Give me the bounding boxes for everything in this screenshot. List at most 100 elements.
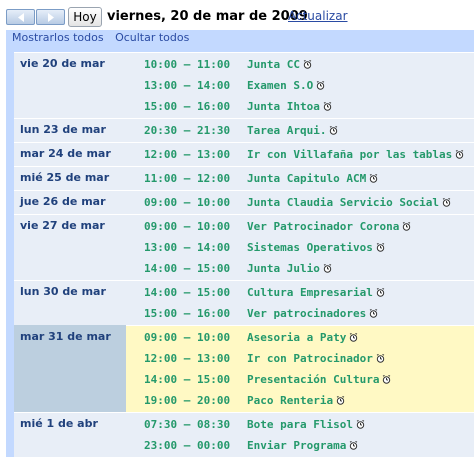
event-title-wrap[interactable]: Bote para Flisol <box>247 418 365 431</box>
event-time: 11:00 – 12:00 <box>144 172 231 185</box>
event-row[interactable]: 15:00 – 16:00 Ver patrocinadores <box>126 303 474 324</box>
event-title[interactable]: Examen S.O <box>247 79 313 92</box>
event-row[interactable]: 14:00 – 15:00 Junta Julio <box>126 258 474 279</box>
event-title-wrap[interactable]: Junta Julio <box>247 262 332 275</box>
day-label[interactable]: vie 20 de mar <box>20 57 105 70</box>
event-title[interactable]: Asesoria a Paty <box>247 331 346 344</box>
previous-button[interactable] <box>6 9 35 25</box>
day-label[interactable]: mié 1 de abr <box>20 417 98 430</box>
show-all-link[interactable]: Mostrarlos todos <box>12 31 104 44</box>
event-time: 19:00 – 20:00 <box>144 394 231 407</box>
event-title[interactable]: Enviar Programa <box>247 439 346 452</box>
event-title-wrap[interactable]: Junta Capitulo ACM <box>247 172 378 185</box>
day-label[interactable]: vie 27 de mar <box>20 219 105 232</box>
event-title-wrap[interactable]: Sistemas Operativos <box>247 241 385 254</box>
event-title[interactable]: Paco Renteria <box>247 394 333 407</box>
event-time: 09:00 – 10:00 <box>144 220 231 233</box>
current-date-title: viernes, 20 de mar de 2009 <box>107 9 308 24</box>
reminder-bell-icon <box>403 222 411 231</box>
day-label[interactable]: jue 26 de mar <box>20 195 106 208</box>
event-row[interactable]: 14:00 – 15:00 Cultura Empresarial <box>126 282 474 303</box>
agenda-list: vie 20 de mar 10:00 – 11:00 Junta CC 13:00 … <box>14 52 474 457</box>
event-title-wrap[interactable]: Enviar Programa <box>247 439 358 452</box>
event-title[interactable]: Ir con Patrocinador <box>247 352 373 365</box>
event-title[interactable]: Junta Julio <box>247 262 320 275</box>
event-title[interactable]: Junta Ihtoa <box>247 100 320 113</box>
event-time: 23:00 – 00:00 <box>144 439 231 452</box>
reminder-bell-icon <box>350 441 358 450</box>
event-title-wrap[interactable]: Ver Patrocinador Corona <box>247 220 411 233</box>
event-title[interactable]: Ver patrocinadores <box>247 307 366 320</box>
event-title[interactable]: Junta Capitulo ACM <box>247 172 366 185</box>
reminder-bell-icon <box>369 309 378 318</box>
day-group: lun 23 de mar 20:30 – 21:30 Tarea Arqui. <box>14 118 474 142</box>
event-time: 13:00 – 14:00 <box>144 79 231 92</box>
event-row[interactable]: 13:00 – 14:00 Examen S.O <box>126 75 474 96</box>
event-row[interactable]: 07:30 – 08:30 Bote para Flisol <box>126 414 474 435</box>
event-row[interactable]: 12:00 – 13:00 Ir con Villafaña por las ta… <box>126 144 474 165</box>
event-time: 15:00 – 16:00 <box>144 100 231 113</box>
event-title-wrap[interactable]: Ver patrocinadores <box>247 307 378 320</box>
day-label[interactable]: mar 31 de mar <box>20 330 111 343</box>
event-time: 09:00 – 10:00 <box>144 196 231 209</box>
event-row[interactable]: 14:00 – 15:00 Presentación Cultura <box>126 369 474 390</box>
day-cell: vie 20 de mar <box>14 52 126 118</box>
day-group: vie 27 de mar 09:00 – 10:00 Ver Patrocinad… <box>14 214 474 280</box>
agenda-actions: Mostrarlos todos Ocultar todos <box>12 31 197 44</box>
event-title[interactable]: Cultura Empresarial <box>247 286 373 299</box>
event-row[interactable]: 23:00 – 00:00 Enviar Programa <box>126 435 474 456</box>
day-label[interactable]: mié 25 de mar <box>20 171 109 184</box>
event-row[interactable]: 09:00 – 10:00 Asesoria a Paty <box>126 327 474 348</box>
event-time: 12:00 – 13:00 <box>144 352 231 365</box>
event-title-wrap[interactable]: Ir con Patrocinador <box>247 352 385 365</box>
event-title[interactable]: Ver Patrocinador Corona <box>247 220 399 233</box>
event-time: 14:00 – 15:00 <box>144 262 231 275</box>
event-title[interactable]: Bote para Flisol <box>247 418 353 431</box>
reminder-bell-icon <box>456 150 464 159</box>
event-row[interactable]: 13:00 – 14:00 Sistemas Operativos <box>126 237 474 258</box>
day-cell: mar 31 de mar <box>14 325 126 412</box>
chevron-right-icon <box>48 13 54 22</box>
event-title-wrap[interactable]: Junta CC <box>247 58 312 71</box>
event-title-wrap[interactable]: Cultura Empresarial <box>247 286 385 299</box>
day-label[interactable]: mar 24 de mar <box>20 147 111 160</box>
event-row[interactable]: 09:00 – 10:00 Ver Patrocinador Corona <box>126 216 474 237</box>
event-title[interactable]: Ir con Villafaña por las tablas <box>247 148 452 161</box>
event-title-wrap[interactable]: Presentación Cultura <box>247 373 391 386</box>
today-button[interactable]: Hoy <box>68 7 102 27</box>
event-title-wrap[interactable]: Asesoria a Paty <box>247 331 358 344</box>
event-title-wrap[interactable]: Tarea Arqui. <box>247 124 338 137</box>
day-label[interactable]: lun 23 de mar <box>20 123 106 136</box>
event-row[interactable]: 19:00 – 20:00 Paco Renteria <box>126 390 474 411</box>
event-title-wrap[interactable]: Junta Claudia Servicio Social <box>247 196 451 209</box>
event-title[interactable]: Sistemas Operativos <box>247 241 373 254</box>
event-title[interactable]: Junta CC <box>247 58 300 71</box>
day-label[interactable]: lun 30 de mar <box>20 285 106 298</box>
event-row[interactable]: 12:00 – 13:00 Ir con Patrocinador <box>126 348 474 369</box>
reminder-bell-icon <box>376 243 385 252</box>
event-time: 14:00 – 15:00 <box>144 373 231 386</box>
reminder-bell-icon <box>330 126 338 135</box>
refresh-link[interactable]: Actualizar <box>288 9 348 23</box>
day-cell: mié 25 de mar <box>14 166 126 190</box>
toolbar: Hoy viernes, 20 de mar de 2009 Actualiza… <box>0 0 474 30</box>
event-row[interactable]: 09:00 – 10:00 Junta Claudia Servicio Soci… <box>126 192 474 213</box>
event-title[interactable]: Junta Claudia Servicio Social <box>247 196 439 209</box>
event-title[interactable]: Presentación Cultura <box>247 373 379 386</box>
event-row[interactable]: 15:00 – 16:00 Junta Ihtoa <box>126 96 474 117</box>
event-title-wrap[interactable]: Examen S.O <box>247 79 325 92</box>
event-title-wrap[interactable]: Junta Ihtoa <box>247 100 332 113</box>
hide-all-link[interactable]: Ocultar todos <box>115 31 189 44</box>
next-button[interactable] <box>36 9 65 25</box>
event-row[interactable]: 20:30 – 21:30 Tarea Arqui. <box>126 120 474 141</box>
reminder-bell-icon <box>350 333 358 342</box>
event-title[interactable]: Tarea Arqui. <box>247 124 326 137</box>
event-row[interactable]: 11:00 – 12:00 Junta Capitulo ACM <box>126 168 474 189</box>
day-group: lun 30 de mar 14:00 – 15:00 Cultura Empres… <box>14 280 474 325</box>
event-row[interactable]: 10:00 – 11:00 Junta CC <box>126 54 474 75</box>
event-title-wrap[interactable]: Ir con Villafaña por las tablas <box>247 148 464 161</box>
day-group: vie 20 de mar 10:00 – 11:00 Junta CC 13:00 … <box>14 52 474 118</box>
day-cell: mar 24 de mar <box>14 142 126 166</box>
event-time: 09:00 – 10:00 <box>144 331 231 344</box>
event-title-wrap[interactable]: Paco Renteria <box>247 394 345 407</box>
